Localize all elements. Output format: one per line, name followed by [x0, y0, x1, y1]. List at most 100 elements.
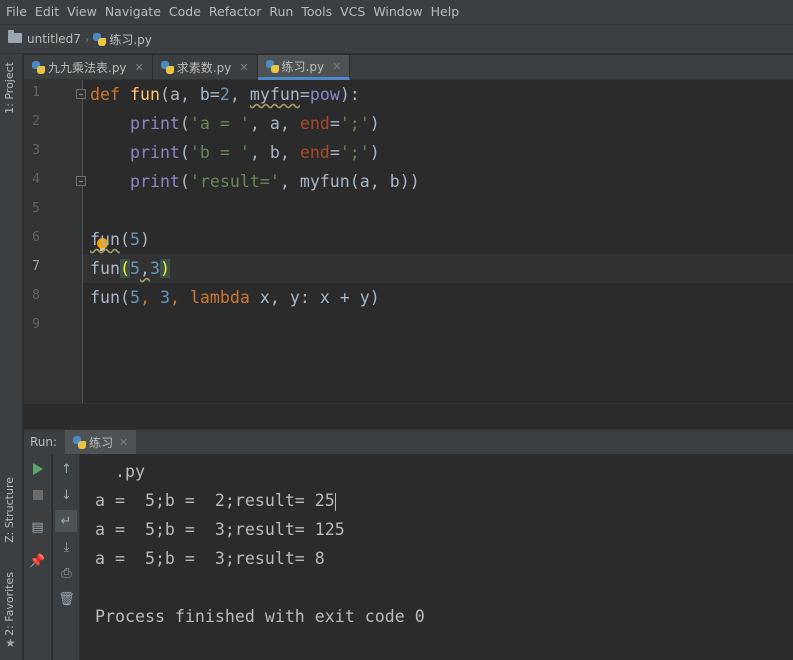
menu-navigate[interactable]: Navigate — [101, 1, 165, 23]
up-arrow-icon: ↑ — [61, 461, 72, 477]
code-line-3: print('b = ', b, end=';') — [90, 138, 380, 167]
code-editor[interactable]: 1 2 3 4 5 6 7 8 9 def fun(a, b=2, myfun=… — [24, 80, 793, 403]
run-console[interactable]: .py a = 5;b = 2;result= 25 a = 5;b = 3;r… — [81, 454, 793, 660]
code-token: , — [139, 259, 150, 278]
tab-multiplication-table[interactable]: 九九乘法表.py ✕ — [24, 55, 153, 80]
code-token: = — [329, 143, 340, 162]
favorites-tool-button[interactable]: 2: Favorites — [3, 572, 16, 636]
tab-practice[interactable]: 练习.py ✕ — [257, 55, 351, 80]
pin-button[interactable]: 📌 — [24, 550, 51, 572]
line-gutter: 1 2 3 4 5 6 7 8 9 — [24, 80, 86, 403]
console-line: a = 5;b = 3;result= 8 — [95, 549, 325, 568]
close-icon[interactable]: ✕ — [239, 61, 248, 74]
print-button[interactable]: ⎙ — [53, 562, 80, 584]
code-token: , b, — [249, 143, 300, 162]
code-token: myfun — [249, 85, 300, 104]
code-content[interactable]: def fun(a, b=2, myfun=pow): print('a = '… — [90, 80, 420, 365]
run-tab[interactable]: 练习 ✕ — [65, 430, 137, 454]
number-token: 5 — [129, 230, 140, 249]
python-file-icon — [93, 32, 107, 46]
line-number: 8 — [32, 288, 40, 303]
soft-wrap-button[interactable]: ↵ — [55, 510, 77, 532]
menu-vcs[interactable]: VCS — [336, 1, 369, 23]
python-file-icon — [32, 61, 45, 74]
fold-icon[interactable] — [76, 176, 86, 186]
line-number: 9 — [32, 317, 40, 332]
tab-find-primes[interactable]: 求素数.py ✕ — [153, 55, 258, 80]
line-number: 3 — [32, 143, 40, 158]
menu-edit[interactable]: Edit — [31, 1, 63, 23]
breadcrumb-file[interactable]: 练习.py — [93, 31, 152, 48]
code-token: ) — [369, 114, 380, 133]
clear-button[interactable]: 🗑 — [53, 588, 80, 610]
trash-icon: 🗑 — [58, 591, 75, 607]
breadcrumb-project[interactable]: untitled7 — [8, 30, 81, 46]
panel-splitter[interactable] — [24, 403, 793, 429]
menu-view[interactable]: View — [63, 1, 101, 23]
line-number: 4 — [32, 172, 40, 187]
left-tool-strip: 1: Project Z: Structure 2: Favorites ★ — [0, 54, 23, 660]
code-token: x, y: x + y) — [249, 288, 380, 307]
breadcrumb-file-label: 练习.py — [109, 32, 152, 47]
close-icon[interactable]: ✕ — [135, 61, 144, 74]
structure-tool-button[interactable]: Z: Structure — [3, 477, 16, 543]
scroll-to-end-icon: ⤓ — [63, 539, 70, 555]
down-button[interactable]: ↓ — [53, 484, 80, 506]
builtin-token: print — [129, 114, 180, 133]
run-toolbar: ▤ 📌 — [24, 454, 52, 660]
layout-button[interactable]: ▤ — [24, 516, 51, 538]
rerun-button[interactable] — [24, 458, 51, 480]
code-line-6: fun(5) — [90, 225, 150, 254]
pin-icon: 📌 — [29, 553, 46, 569]
code-line-1: def fun(a, b=2, myfun=pow): — [90, 80, 360, 109]
scroll-to-end-button[interactable]: ⤓ — [53, 536, 80, 558]
python-file-icon — [160, 61, 174, 74]
line-number: 6 — [32, 230, 40, 245]
down-arrow-icon: ↓ — [61, 487, 72, 503]
project-tool-button[interactable]: 1: Project — [3, 62, 16, 114]
line-number: 5 — [32, 201, 40, 216]
code-token: fun — [90, 259, 120, 278]
code-token: = — [299, 85, 310, 104]
menu-tools[interactable]: Tools — [297, 1, 336, 23]
stop-button[interactable] — [24, 484, 51, 506]
python-file-icon — [265, 59, 279, 73]
soft-wrap-icon: ↵ — [60, 513, 72, 529]
up-button[interactable]: ↑ — [53, 458, 80, 480]
code-token: , — [169, 288, 190, 307]
chevron-right-icon: › — [84, 32, 90, 46]
code-token: ( — [179, 143, 190, 162]
code-token: , myfun(a, b)) — [279, 172, 420, 191]
breadcrumb-project-label: untitled7 — [27, 32, 81, 46]
param-token: end — [299, 143, 330, 162]
code-token: ) — [139, 230, 150, 249]
line-number: 7 — [32, 259, 40, 274]
string-token: 'result=' — [189, 172, 280, 191]
tab-label: 练习.py — [281, 59, 325, 74]
number-token: 5 — [129, 288, 140, 307]
menu-help[interactable]: Help — [427, 1, 464, 23]
console-line: .py — [95, 462, 145, 481]
stop-icon — [32, 490, 43, 500]
menu-code[interactable]: Code — [165, 1, 205, 23]
code-token: , — [229, 85, 250, 104]
python-file-icon — [73, 435, 87, 449]
number-token: 5 — [129, 259, 140, 278]
run-icon — [32, 463, 43, 475]
code-token: ( — [179, 114, 190, 133]
line-number: 1 — [32, 85, 40, 100]
menu-window[interactable]: Window — [369, 1, 426, 23]
folder-icon — [8, 30, 22, 43]
print-icon: ⎙ — [61, 565, 72, 581]
console-line: a = 5;b = 2;result= 25 — [95, 486, 336, 515]
menu-run[interactable]: Run — [265, 1, 297, 23]
close-icon[interactable]: ✕ — [332, 60, 341, 73]
star-icon: ★ — [5, 636, 16, 650]
menu-refactor[interactable]: Refactor — [205, 1, 265, 23]
line-number: 2 — [32, 114, 40, 129]
run-panel-header: Run: 练习 ✕ — [24, 429, 793, 454]
console-line: a = 5;b = 3;result= 125 — [95, 520, 345, 539]
fold-icon[interactable] — [76, 89, 86, 99]
menu-file[interactable]: File — [2, 1, 31, 23]
close-icon[interactable]: ✕ — [119, 436, 128, 449]
